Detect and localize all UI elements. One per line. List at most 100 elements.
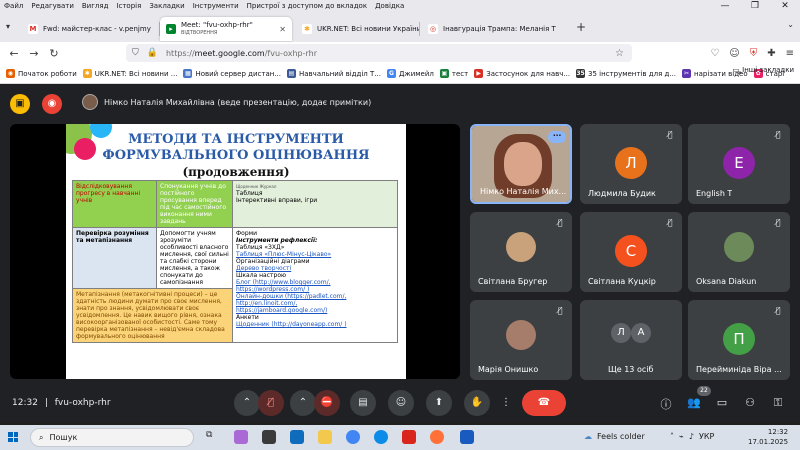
cell-link[interactable]: Блог (http://www.blogger.com/, — [236, 279, 394, 286]
close-window-button[interactable]: ✕ — [770, 1, 800, 11]
cell-link[interactable]: Таблиця «Плюс-Мінус-Цікаво» — [236, 251, 394, 258]
windows-start-icon[interactable] — [8, 432, 18, 442]
avatar — [82, 94, 98, 110]
bookmark-item[interactable]: G Джимейл — [386, 69, 434, 78]
tab-list-icon[interactable]: ▾ — [6, 22, 10, 31]
news-icon: ◎ — [428, 24, 438, 34]
meet-icon: ▸ — [166, 24, 176, 34]
back-icon[interactable]: ← — [4, 47, 24, 60]
account-icon[interactable]: ☺ — [729, 48, 739, 59]
presentation-icon[interactable]: ▣ — [10, 94, 30, 114]
present-button[interactable]: ⬆ — [426, 390, 452, 416]
star-icon[interactable]: ☆ — [615, 48, 624, 59]
more-options-button[interactable]: ⋮ — [498, 390, 514, 416]
menu-icon[interactable]: ≡ — [786, 48, 794, 59]
cell-link[interactable]: https://jamboard.google.com/) — [236, 307, 394, 314]
shield-icon[interactable]: ⛉ — [132, 48, 139, 58]
bookmark-item[interactable]: ▣ тест — [439, 69, 468, 78]
captions-button[interactable]: ▤ — [350, 390, 376, 416]
lock-icon[interactable]: ⚿ — [770, 396, 786, 410]
facebook-icon: ▤ — [287, 69, 296, 78]
maximize-button[interactable]: ❐ — [740, 1, 770, 11]
people-icon[interactable]: 👥 — [686, 396, 702, 409]
menu-file[interactable]: Файл — [0, 2, 27, 10]
raise-hand-button[interactable]: ✋ — [464, 390, 490, 416]
bookmark-item[interactable]: ▦ Новий сервер дистан... — [183, 69, 281, 78]
new-tab-icon[interactable]: + — [576, 20, 586, 34]
bookmark-item[interactable]: 35 35 інструментів для д... — [576, 69, 676, 78]
copilot-icon[interactable] — [234, 430, 248, 444]
bookmark-item[interactable]: ▶ Застосунок для навч... — [474, 69, 570, 78]
taskbar-clock[interactable]: 12:32 17.01.2025 — [748, 427, 788, 447]
bookmark-item[interactable]: ◉ Початок роботи — [6, 69, 77, 78]
url-bar[interactable]: ⛉ 🔒 https:// meet.google.com /fvu-oxhp-r… — [126, 44, 632, 62]
participant-tile[interactable]: 🎙̸ Марія Онишко — [470, 300, 572, 380]
url-host: meet.google.com — [194, 48, 265, 58]
end-call-button[interactable]: ☎ — [522, 390, 566, 416]
extensions-icon[interactable]: ✚ — [767, 48, 775, 59]
chat-icon[interactable]: ▭ — [714, 396, 730, 409]
chevron-down-icon[interactable]: ⌄ — [787, 20, 794, 29]
lock-icon[interactable]: 🔒 — [147, 48, 158, 58]
tab-ukrnet[interactable]: ✱ UKR.NET: Всі новини України, — [296, 17, 420, 41]
tab-news[interactable]: ◎ Інавгурація Трампа: Меланія Т — [422, 17, 572, 41]
menu-devices[interactable]: Пристрої з доступом до вкладок — [243, 2, 371, 10]
firefox-icon[interactable] — [430, 430, 444, 444]
emoji-button[interactable]: ☺ — [388, 390, 414, 416]
edge-icon[interactable] — [374, 430, 388, 444]
tab-meet[interactable]: ▸ Meet: "fvu-oxhp-rhr" ВІДТВОРЕННЯ ✕ — [160, 17, 292, 41]
participant-tile[interactable]: 🎙̸ П Перейминіда Віра ... — [688, 300, 790, 380]
camera-options-button[interactable]: ⌃ — [290, 390, 316, 416]
menu-help[interactable]: Довідка — [371, 2, 408, 10]
input-language[interactable]: УКР — [699, 432, 714, 441]
menu-edit[interactable]: Редагувати — [27, 2, 78, 10]
participant-name: Перейминіда Віра ... — [696, 365, 782, 374]
menu-bookmarks[interactable]: Закладки — [145, 2, 188, 10]
more-options-icon[interactable]: ⋯ — [548, 131, 566, 143]
participant-tile[interactable]: 🎙̸ Л Людмила Будик — [580, 124, 682, 204]
cell-link[interactable]: https://wordpress.com/ ) — [236, 286, 394, 293]
ublock-icon[interactable]: ⛨ — [750, 48, 758, 59]
cell-link[interactable]: Онлайн-дошки (https://padlet.com/, — [236, 293, 394, 300]
stop-presenting-icon[interactable]: ◉ — [42, 94, 62, 114]
menu-history[interactable]: Історія — [112, 2, 145, 10]
task-view-icon[interactable]: ⧉ — [206, 430, 220, 444]
participant-tile[interactable]: 🎙̸ С Світлана Куцкір — [580, 212, 682, 292]
weather-widget[interactable]: ☁ Feels colder — [584, 432, 645, 441]
participant-tile-others[interactable]: Л А Ще 13 осіб — [580, 300, 682, 380]
mic-options-button[interactable]: ⌃ — [234, 390, 260, 416]
mic-off-button[interactable]: 🎙̸ — [258, 390, 284, 416]
other-bookmarks[interactable]: ▭ Інші закладки — [733, 66, 794, 74]
chevron-up-icon[interactable]: ˄ — [670, 432, 674, 441]
pdf-icon[interactable] — [402, 430, 416, 444]
participant-tile[interactable]: 🎙̸ Світлана Бругер — [470, 212, 572, 292]
camera-off-button[interactable]: ⛔ — [314, 390, 340, 416]
word-icon[interactable] — [460, 430, 474, 444]
participant-tile-presenter[interactable]: ⋯ Німко Наталія Мих... — [470, 124, 572, 204]
bookmark-item[interactable]: ✱ UKR.NET: Всі новини ... — [82, 69, 177, 78]
info-icon[interactable]: ⓘ — [658, 396, 674, 412]
pocket-icon[interactable]: ♡ — [710, 48, 719, 59]
forward-icon[interactable]: → — [24, 47, 44, 60]
chrome-icon[interactable] — [346, 430, 360, 444]
bookmark-item[interactable]: ▤ Навчальний відділ Т... — [287, 69, 381, 78]
menu-view[interactable]: Вигляд — [78, 2, 113, 10]
volume-icon[interactable]: ♪ — [689, 432, 694, 441]
participant-tile[interactable]: 🎙̸ E English T — [688, 124, 790, 204]
close-icon[interactable]: ✕ — [275, 25, 286, 34]
taskbar-search[interactable]: ⌕ Пошук — [30, 428, 194, 447]
cell-link[interactable]: http://en.linoit.com/, — [236, 300, 394, 307]
file-explorer-icon[interactable] — [262, 430, 276, 444]
minimize-button[interactable]: — — [710, 1, 740, 11]
menu-tools[interactable]: Інструменти — [189, 2, 243, 10]
network-icon[interactable]: ⌁ — [679, 432, 684, 441]
mail-icon[interactable] — [290, 430, 304, 444]
avatar: Л — [615, 147, 647, 179]
cell-link[interactable]: Щоденник (http://dayoneapp.com/ ) — [236, 321, 394, 328]
activities-icon[interactable]: ⚇ — [742, 396, 758, 409]
tab-gmail[interactable]: M Fwd: майстер-клас - v.penjmy — [22, 17, 160, 41]
reload-icon[interactable]: ↻ — [44, 47, 64, 60]
participant-tile[interactable]: 🎙̸ Oksana Diakun — [688, 212, 790, 292]
folder-icon[interactable] — [318, 430, 332, 444]
cell-link[interactable]: Дерево творчості — [236, 265, 394, 272]
